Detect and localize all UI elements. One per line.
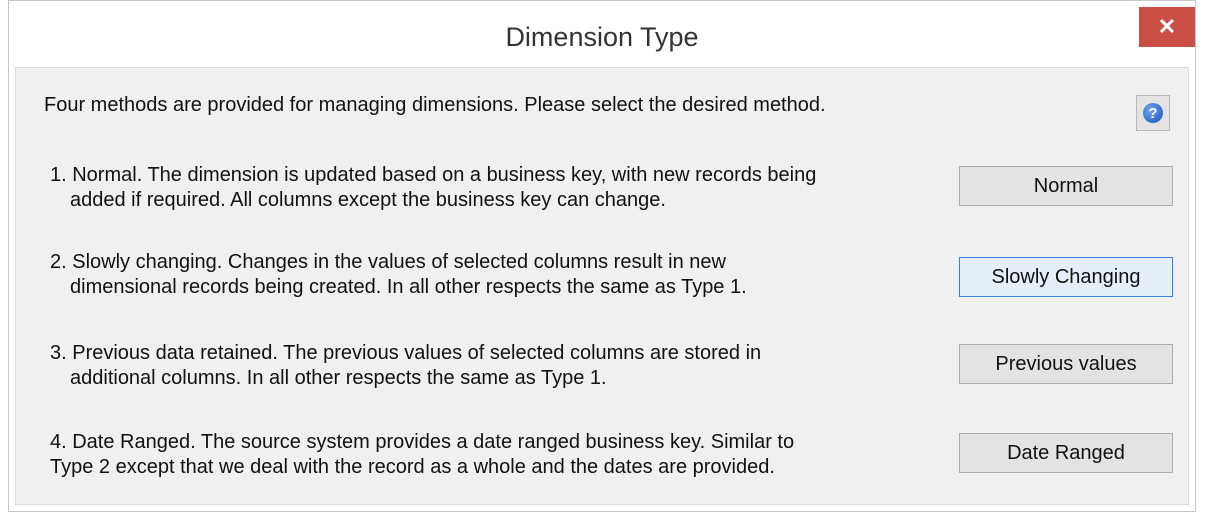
help-button[interactable]: ?: [1136, 95, 1170, 131]
option-slowly-changing-description: 2. Slowly changing. Changes in the value…: [50, 250, 747, 300]
option-slowly-changing-line1: 2. Slowly changing. Changes in the value…: [50, 251, 726, 273]
option-date-ranged-line2: Type 2 except that we deal with the reco…: [50, 456, 775, 478]
option-date-ranged-line1: 4. Date Ranged. The source system provid…: [50, 431, 795, 453]
option-previous-values-line1: 3. Previous data retained. The previous …: [50, 342, 762, 364]
dialog-body: Four methods are provided for managing d…: [15, 67, 1189, 505]
title-bar: Dimension Type ✕: [9, 1, 1195, 67]
dialog-title: Dimension Type: [505, 22, 699, 52]
option-date-ranged-description: 4. Date Ranged. The source system provid…: [50, 430, 794, 480]
previous-values-button[interactable]: Previous values: [959, 344, 1173, 384]
option-slowly-changing-line2: dimensional records being created. In al…: [70, 276, 747, 298]
normal-button[interactable]: Normal: [959, 166, 1173, 206]
option-normal-description: 1. Normal. The dimension is updated base…: [50, 163, 816, 213]
close-icon: ✕: [1157, 14, 1177, 39]
close-button[interactable]: ✕: [1139, 7, 1195, 47]
dialog-window: Dimension Type ✕ Four methods are provid…: [8, 0, 1196, 512]
option-previous-values-description: 3. Previous data retained. The previous …: [50, 341, 761, 391]
intro-text: Four methods are provided for managing d…: [44, 94, 826, 116]
date-ranged-button[interactable]: Date Ranged: [959, 433, 1173, 473]
option-normal-line1: 1. Normal. The dimension is updated base…: [50, 164, 817, 186]
option-normal-line2: added if required. All columns except th…: [70, 189, 666, 211]
help-icon: ?: [1143, 103, 1163, 123]
slowly-changing-button[interactable]: Slowly Changing: [959, 257, 1173, 297]
option-previous-values-line2: additional columns. In all other respect…: [70, 367, 607, 389]
